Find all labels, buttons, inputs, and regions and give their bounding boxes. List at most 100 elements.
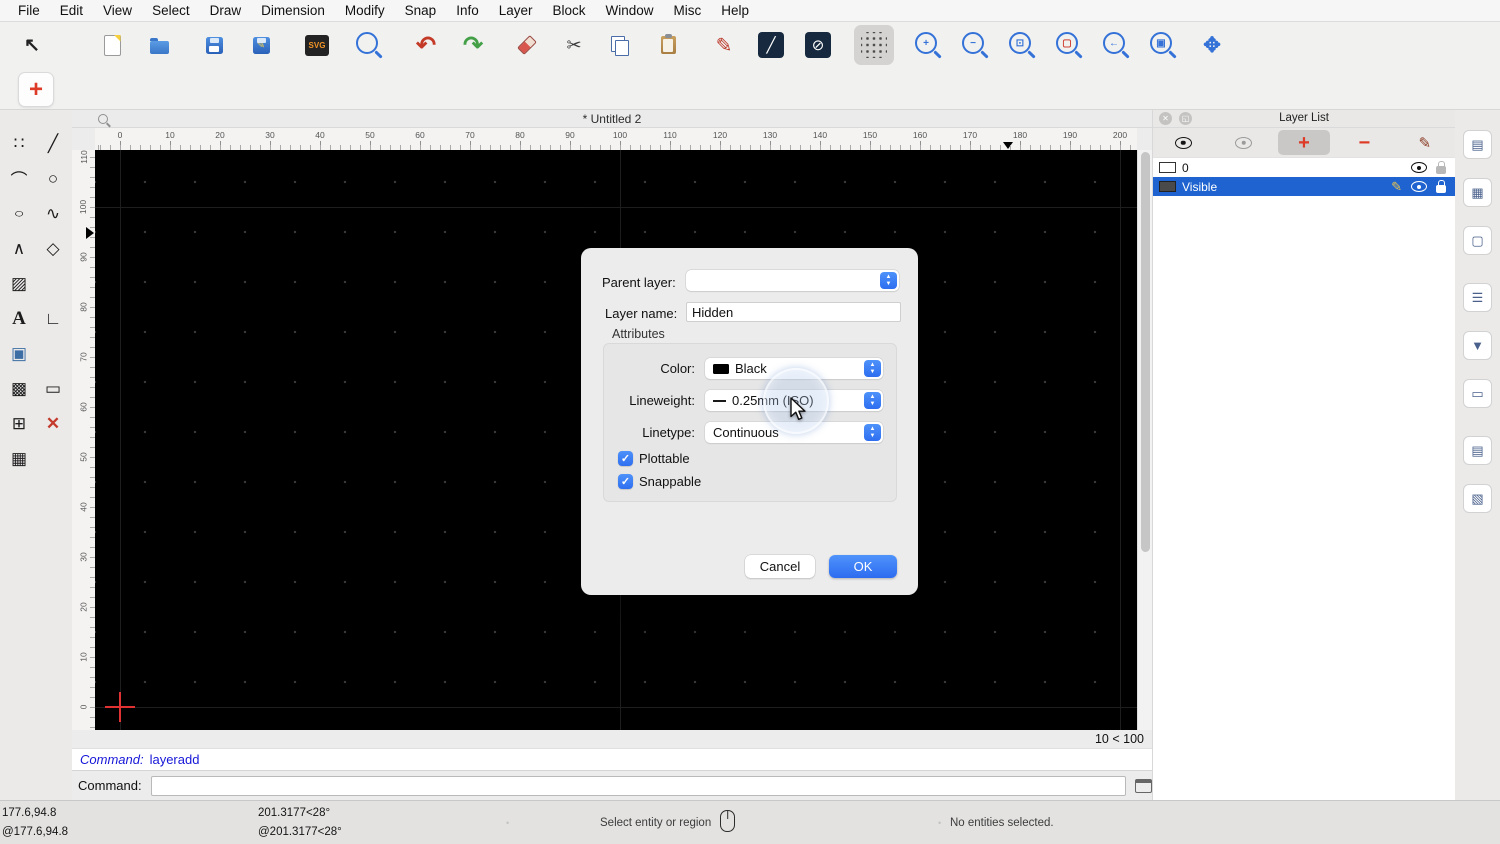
minus-icon [1359, 133, 1371, 153]
circle-tool-button[interactable]: ○ [36, 161, 70, 196]
menu-item[interactable]: Modify [335, 3, 395, 18]
hide-all-layers-button[interactable] [1218, 130, 1270, 155]
menu-item[interactable]: File [8, 3, 50, 18]
separator-dot: • [938, 818, 942, 828]
hatch-ellipse-tool-button[interactable]: ▨ [2, 266, 36, 301]
points-tool-button[interactable]: ∷ [2, 126, 36, 161]
auto-zoom-button[interactable]: ⊡ [1004, 25, 1044, 65]
show-all-layers-button[interactable] [1157, 130, 1209, 155]
parent-layer-select[interactable] [686, 270, 899, 291]
spline-tool-button[interactable]: ∿ [36, 196, 70, 231]
shape-tool-button[interactable]: ⊞ [2, 406, 36, 441]
menu-item[interactable]: Window [596, 3, 664, 18]
layer-name: 0 [1182, 160, 1189, 175]
menu-item[interactable]: Info [446, 3, 489, 18]
menu-item[interactable]: Layer [489, 3, 543, 18]
svg-export-button[interactable]: SVG [297, 25, 337, 65]
dock-clipboard-button[interactable]: ▧ [1463, 484, 1492, 513]
menu-item[interactable]: Edit [50, 3, 93, 18]
dock-properties-button[interactable]: ▤ [1463, 130, 1492, 159]
add-pen-button[interactable]: + [18, 72, 54, 107]
layer-row[interactable]: 0 ✎ [1153, 158, 1455, 177]
scrollbar-thumb[interactable] [1140, 152, 1150, 552]
dock-blocks-button[interactable]: ▦ [1463, 178, 1492, 207]
polyline-tool-button[interactable]: ∧ [2, 231, 36, 266]
save-as-button[interactable]: ✎ [241, 25, 281, 65]
pan-button[interactable]: ✥ [1192, 25, 1232, 65]
window-zoom-button[interactable]: ▣ [1145, 25, 1185, 65]
dock-lines-button[interactable]: ▤ [1463, 436, 1492, 465]
delete-tool-button[interactable]: ✕ [36, 406, 70, 441]
layer-row[interactable]: Visible ✎ [1153, 177, 1455, 196]
command-history-label: Command: [80, 752, 144, 767]
dock-list-button[interactable]: ☰ [1463, 283, 1492, 312]
previous-view-button[interactable]: ← [1098, 25, 1138, 65]
redo-button[interactable]: ↷ [453, 25, 493, 65]
zoom-in-button[interactable]: + [910, 25, 950, 65]
add-layer-button[interactable] [1277, 130, 1330, 155]
menu-item[interactable]: Snap [395, 3, 447, 18]
menu-item[interactable]: Draw [200, 3, 252, 18]
measure-tool-button[interactable]: ▭ [36, 371, 70, 406]
copy-icon [611, 35, 629, 56]
pointer-button[interactable]: ↖ [12, 25, 52, 65]
ok-button[interactable]: OK [829, 555, 897, 578]
stepper-icon [864, 424, 881, 441]
visibility-eye-icon[interactable] [1411, 162, 1427, 173]
dimension-tool-button[interactable]: ∟ [36, 301, 70, 336]
open-folder-icon [149, 37, 169, 54]
snappable-checkbox[interactable] [618, 474, 633, 489]
dock-filter-button[interactable]: ▼ [1463, 331, 1492, 360]
line-tool-button[interactable]: ╱ [36, 126, 70, 161]
ruler-position-marker [86, 227, 94, 239]
ruler-label: 0 [78, 704, 89, 710]
paste-button[interactable] [648, 25, 688, 65]
new-file-button[interactable] [92, 25, 132, 65]
command-input[interactable] [150, 775, 1127, 796]
edit-layer-button[interactable] [1399, 130, 1451, 155]
isometric-tool-button[interactable]: ▦ [2, 441, 36, 476]
color-label: Color: [660, 361, 695, 376]
arc-tool-button[interactable]: ⌒ [2, 161, 36, 196]
menu-item[interactable]: Select [142, 3, 200, 18]
menu-item[interactable]: View [93, 3, 142, 18]
open-file-button[interactable] [139, 25, 179, 65]
undo-button[interactable]: ↶ [406, 25, 446, 65]
zoom-redraw-button[interactable]: ▢ [1051, 25, 1091, 65]
dock-command-button[interactable]: ▭ [1463, 379, 1492, 408]
save-button[interactable] [194, 25, 234, 65]
copy-button[interactable] [601, 25, 641, 65]
delete-button[interactable] [507, 25, 547, 65]
hatch-tool-button[interactable]: ▩ [2, 371, 36, 406]
ellipse-style-icon: ⊘ [805, 32, 831, 58]
lock-icon[interactable] [1436, 179, 1446, 193]
image-tool-button[interactable]: ▣ [2, 336, 36, 371]
polygon-tool-button[interactable]: ◇ [36, 231, 70, 266]
line-attributes-button[interactable]: ╱ [751, 25, 791, 65]
svg-icon: SVG [305, 34, 329, 56]
zoom-out-button[interactable]: − [957, 25, 997, 65]
plottable-checkbox[interactable] [618, 451, 633, 466]
paste-icon [660, 34, 676, 54]
tool-palette: ∷ ╱ ⌒ ○ ○ ∿ ∧ ◇ ▨ A ∟ ▣ ▩ ▭ ⊞ ✕ ▦ [0, 110, 72, 800]
pen-button[interactable]: ✎ [704, 25, 744, 65]
cut-button[interactable]: ✂ [554, 25, 594, 65]
menu-item[interactable]: Misc [664, 3, 712, 18]
palette-spacer [36, 336, 70, 371]
menu-item[interactable]: Dimension [251, 3, 335, 18]
clipboard-panel-icon: ▧ [1471, 490, 1484, 506]
cancel-button[interactable]: Cancel [745, 555, 815, 578]
visibility-eye-icon[interactable] [1411, 181, 1427, 192]
text-tool-button[interactable]: A [2, 301, 36, 336]
ellipse-attributes-button[interactable]: ⊘ [798, 25, 838, 65]
grid-toggle-button[interactable] [854, 25, 894, 65]
edit-pen-icon[interactable]: ✎ [1391, 179, 1402, 195]
command-widget-icon[interactable] [1135, 778, 1152, 793]
menu-item[interactable]: Block [543, 3, 596, 18]
print-preview-button[interactable] [351, 25, 391, 65]
lock-icon[interactable] [1436, 160, 1446, 174]
dock-view-button[interactable]: ▢ [1463, 226, 1492, 255]
remove-layer-button[interactable] [1338, 130, 1390, 155]
menu-item[interactable]: Help [711, 3, 759, 18]
layer-name-input[interactable] [686, 302, 901, 322]
